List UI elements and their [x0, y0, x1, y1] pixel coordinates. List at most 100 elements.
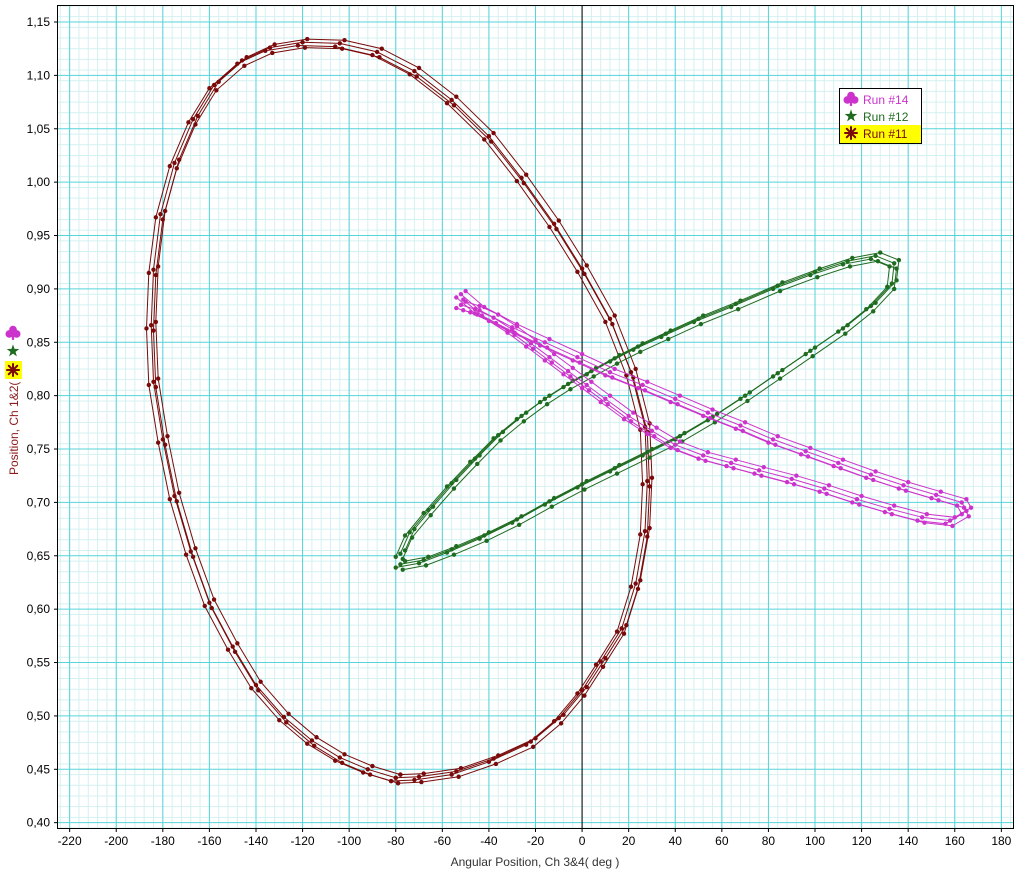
- data-point: [875, 258, 881, 264]
- data-point: [521, 181, 527, 186]
- data-point: [705, 410, 711, 415]
- data-point: [894, 278, 899, 283]
- data-point: [586, 388, 592, 393]
- data-point: [342, 752, 347, 757]
- x-axis-ticks: -220 -200 -180 -160 -140 -120 -100 -80 -60 -40 -20…: [58, 828, 1012, 848]
- data-point: [889, 511, 895, 517]
- data-point: [174, 166, 179, 171]
- data-point: [584, 372, 589, 377]
- data-point: [444, 484, 450, 489]
- data-point: [635, 385, 641, 391]
- data-point: [514, 416, 520, 422]
- data-point: [162, 208, 168, 214]
- data-point: [777, 376, 783, 381]
- data-point: [822, 486, 827, 491]
- data-point: [484, 538, 489, 544]
- x-tick-label: -40: [480, 834, 498, 848]
- data-point: [640, 341, 645, 346]
- data-point: [295, 43, 301, 48]
- data-point: [449, 97, 454, 103]
- data-point: [565, 381, 571, 387]
- data-point: [312, 743, 317, 748]
- data-point: [512, 330, 517, 335]
- legend[interactable]: Run #14 Run #12 Run #11: [839, 88, 922, 144]
- legend-label-run-11[interactable]: Run #11: [863, 127, 908, 141]
- data-point: [850, 500, 855, 505]
- data-point: [230, 644, 235, 649]
- data-point: [554, 226, 559, 232]
- data-point: [738, 298, 743, 303]
- data-point: [919, 515, 925, 520]
- data-point: [584, 263, 589, 268]
- data-point: [701, 413, 706, 419]
- series-layer: [144, 36, 974, 786]
- legend-label-run-12[interactable]: Run #12: [863, 110, 909, 124]
- y-tick-label: 1,00: [27, 175, 51, 189]
- data-point: [505, 328, 510, 333]
- data-point: [915, 518, 920, 523]
- data-point: [817, 489, 822, 494]
- data-point: [905, 479, 911, 485]
- data-point: [631, 410, 636, 415]
- data-point: [731, 466, 736, 471]
- data-point: [561, 712, 566, 718]
- data-point: [582, 693, 587, 698]
- data-point: [416, 561, 422, 566]
- club-stem: [849, 99, 853, 106]
- data-point: [654, 425, 659, 430]
- data-point: [575, 269, 580, 275]
- data-point: [652, 434, 657, 439]
- data-point: [612, 466, 617, 471]
- data-point: [407, 72, 412, 77]
- data-point: [775, 434, 780, 439]
- legend-marker-run-11: [844, 126, 858, 140]
- data-point: [929, 495, 934, 501]
- data-point: [542, 396, 548, 402]
- data-point: [638, 349, 643, 355]
- data-point: [547, 499, 552, 504]
- data-point: [966, 514, 971, 519]
- data-point: [454, 477, 459, 483]
- data-point: [698, 321, 704, 327]
- data-point: [598, 399, 603, 405]
- data-point: [628, 419, 634, 424]
- data-point: [456, 774, 461, 779]
- data-point: [794, 473, 799, 478]
- data-point: [770, 437, 776, 442]
- data-point: [549, 360, 555, 365]
- data-point: [412, 777, 417, 783]
- data-point: [454, 769, 459, 774]
- data-point: [873, 469, 878, 474]
- data-point: [153, 272, 159, 278]
- data-point: [621, 416, 627, 422]
- series-line: [465, 290, 972, 518]
- data-point: [733, 457, 739, 462]
- data-point: [314, 735, 319, 740]
- data-point: [959, 511, 964, 517]
- data-point: [582, 487, 587, 492]
- x-tick-label: 80: [762, 834, 776, 848]
- data-point: [808, 272, 813, 278]
- data-point: [421, 771, 426, 776]
- data-point: [703, 458, 708, 463]
- data-point: [530, 346, 536, 351]
- data-point: [365, 767, 370, 772]
- data-point: [523, 172, 529, 177]
- legend-label-run-14[interactable]: Run #14: [863, 93, 909, 107]
- data-point: [864, 306, 869, 312]
- data-point: [568, 387, 573, 392]
- data-point: [642, 529, 648, 534]
- data-point: [894, 266, 899, 271]
- data-point: [733, 301, 739, 307]
- x-axis-title: Angular Position, Ch 3&4( deg ): [451, 855, 620, 869]
- y-axis-marker-run-14: [5, 325, 21, 340]
- x-tick-label: 180: [991, 834, 1011, 848]
- y-tick-label: 0,40: [27, 816, 51, 830]
- data-point: [600, 664, 606, 670]
- data-point: [575, 691, 580, 696]
- data-point: [489, 139, 494, 144]
- data-point: [761, 464, 766, 470]
- data-point: [477, 303, 482, 309]
- data-point: [691, 319, 697, 325]
- y-tick-label: 0,80: [27, 389, 51, 403]
